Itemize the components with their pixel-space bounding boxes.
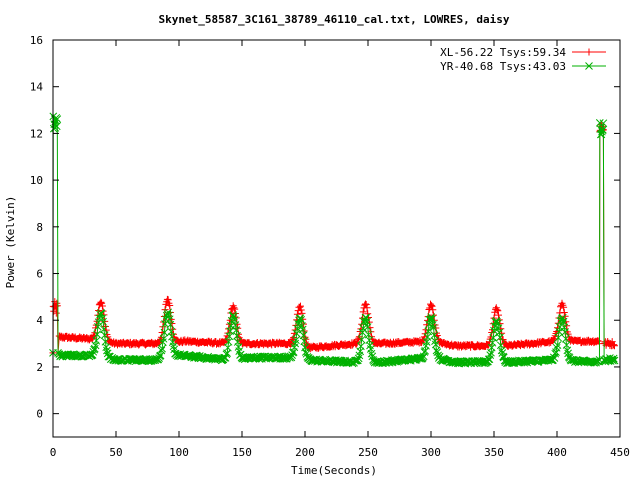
series-point-markers (49, 121, 618, 357)
series-layer (49, 112, 619, 368)
y-tick-label: 4 (36, 314, 43, 327)
plot-frame (52, 39, 621, 438)
x-tick-label: 0 (50, 446, 57, 459)
y-tick-label: 8 (36, 221, 43, 234)
y-tick-label: 0 (36, 408, 43, 421)
chart: Skynet_58587_3C161_38789_46110_cal.txt, … (4, 13, 630, 477)
series-line (52, 116, 615, 366)
series-line (52, 124, 615, 353)
series-markers (49, 121, 618, 357)
x-tick-label: 350 (484, 446, 504, 459)
legend-label: YR-40.68 Tsys:43.03 (440, 60, 566, 73)
x-tick-label: 200 (295, 446, 315, 459)
chart-title: Skynet_58587_3C161_38789_46110_cal.txt, … (159, 13, 510, 26)
y-tick-label: 2 (36, 361, 43, 374)
series-yr (49, 112, 619, 368)
y-axis-label: Power (Kelvin) (4, 196, 17, 289)
x-tick-label: 100 (169, 446, 189, 459)
legend-swatch-marker (585, 48, 593, 56)
x-tick-label: 250 (358, 446, 378, 459)
ticks-layer: 0 50 100 150 200 250 300 350 400 450 0 2 4 6 8 10 12 14 16 (30, 34, 630, 459)
y-tick-label: 12 (30, 127, 43, 140)
x-tick-label: 50 (109, 446, 122, 459)
series-xl (49, 121, 618, 357)
legend: XL-56.22 Tsys:59.34YR-40.68 Tsys:43.03 (440, 46, 606, 73)
series-markers (49, 112, 619, 368)
y-tick-label: 14 (30, 81, 44, 94)
x-axis-label: Time(Seconds) (291, 464, 377, 477)
x-tick-label: 450 (610, 446, 630, 459)
legend-label: XL-56.22 Tsys:59.34 (440, 46, 566, 59)
x-tick-label: 400 (547, 446, 567, 459)
x-tick-label: 300 (421, 446, 441, 459)
series-point-markers (49, 112, 619, 368)
y-tick-label: 10 (30, 174, 43, 187)
x-tick-label: 150 (232, 446, 252, 459)
y-tick-label: 16 (30, 34, 43, 47)
y-tick-label: 6 (36, 268, 43, 281)
